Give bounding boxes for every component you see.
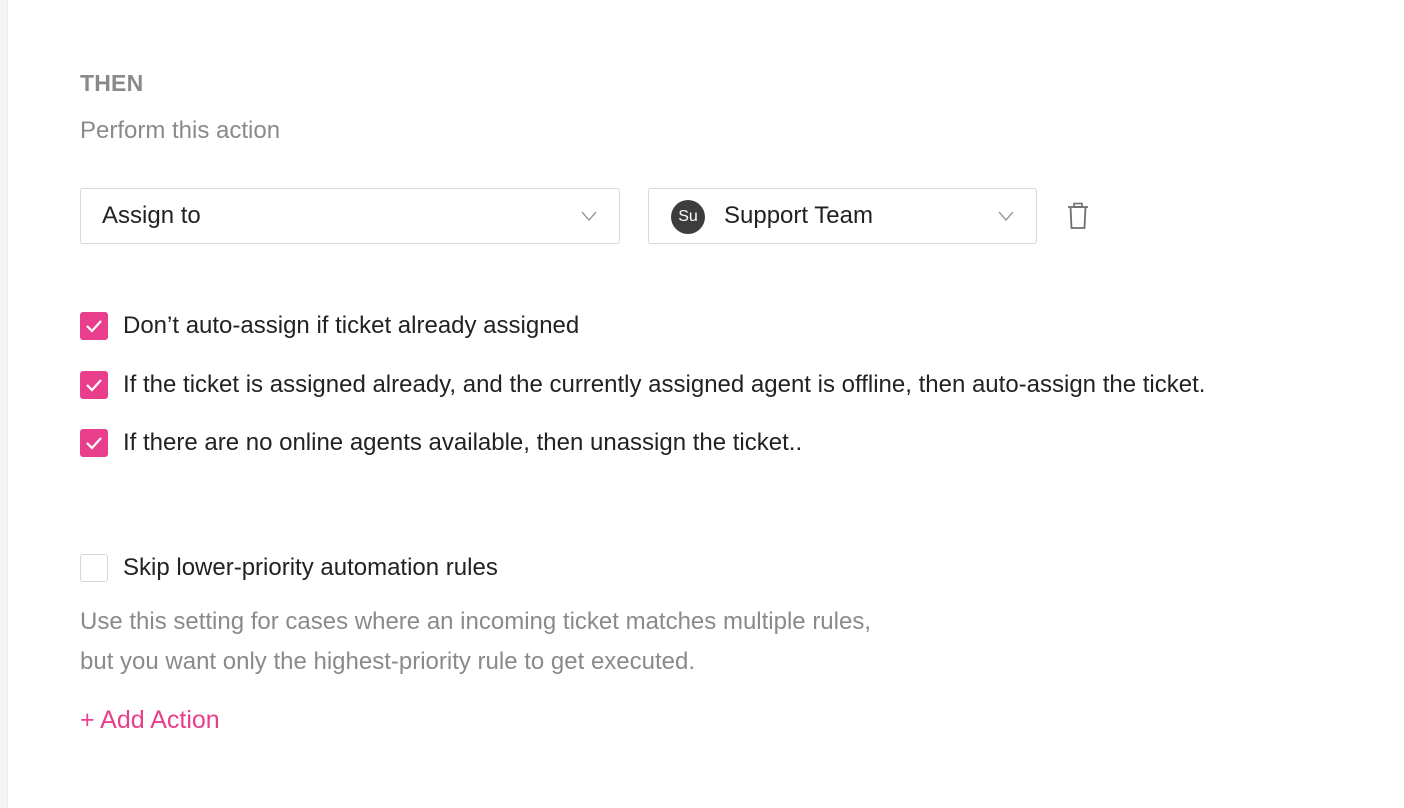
skip-rules-help: Use this setting for cases where an inco… bbox=[80, 602, 871, 682]
left-panel-edge bbox=[0, 0, 8, 808]
skip-rules-row: Skip lower-priority automation rules bbox=[80, 553, 498, 583]
chevron-down-icon bbox=[581, 211, 597, 222]
action-type-value: Assign to bbox=[102, 202, 201, 229]
skip-lower-priority-checkbox[interactable] bbox=[80, 554, 108, 582]
checkmark-icon bbox=[86, 320, 102, 333]
assignee-select[interactable]: Su Support Team bbox=[648, 188, 1037, 244]
dont-auto-assign-checkbox[interactable] bbox=[80, 312, 108, 340]
add-action-link[interactable]: + Add Action bbox=[80, 706, 220, 735]
unassign-no-agents-checkbox[interactable] bbox=[80, 429, 108, 457]
option-row: Don’t auto-assign if ticket already assi… bbox=[80, 311, 579, 341]
option-row: If there are no online agents available,… bbox=[80, 428, 802, 458]
chevron-down-icon bbox=[998, 211, 1014, 222]
help-line: but you want only the highest-priority r… bbox=[80, 648, 696, 675]
section-heading: THEN bbox=[80, 70, 144, 96]
option-label: If the ticket is assigned already, and t… bbox=[123, 371, 1206, 398]
option-row: If the ticket is assigned already, and t… bbox=[80, 370, 1205, 400]
section-subheading: Perform this action bbox=[80, 117, 281, 144]
help-line: Use this setting for cases where an inco… bbox=[80, 608, 872, 635]
checkmark-icon bbox=[86, 437, 102, 450]
action-type-select[interactable]: Assign to bbox=[80, 188, 620, 244]
option-label: If there are no online agents available,… bbox=[123, 429, 803, 456]
skip-rules-label: Skip lower-priority automation rules bbox=[123, 554, 498, 581]
reassign-offline-checkbox[interactable] bbox=[80, 371, 108, 399]
trash-icon[interactable] bbox=[1065, 202, 1091, 230]
avatar: Su bbox=[671, 200, 705, 234]
option-label: Don’t auto-assign if ticket already assi… bbox=[123, 312, 580, 339]
assignee-value: Support Team bbox=[724, 202, 873, 229]
checkmark-icon bbox=[86, 379, 102, 392]
